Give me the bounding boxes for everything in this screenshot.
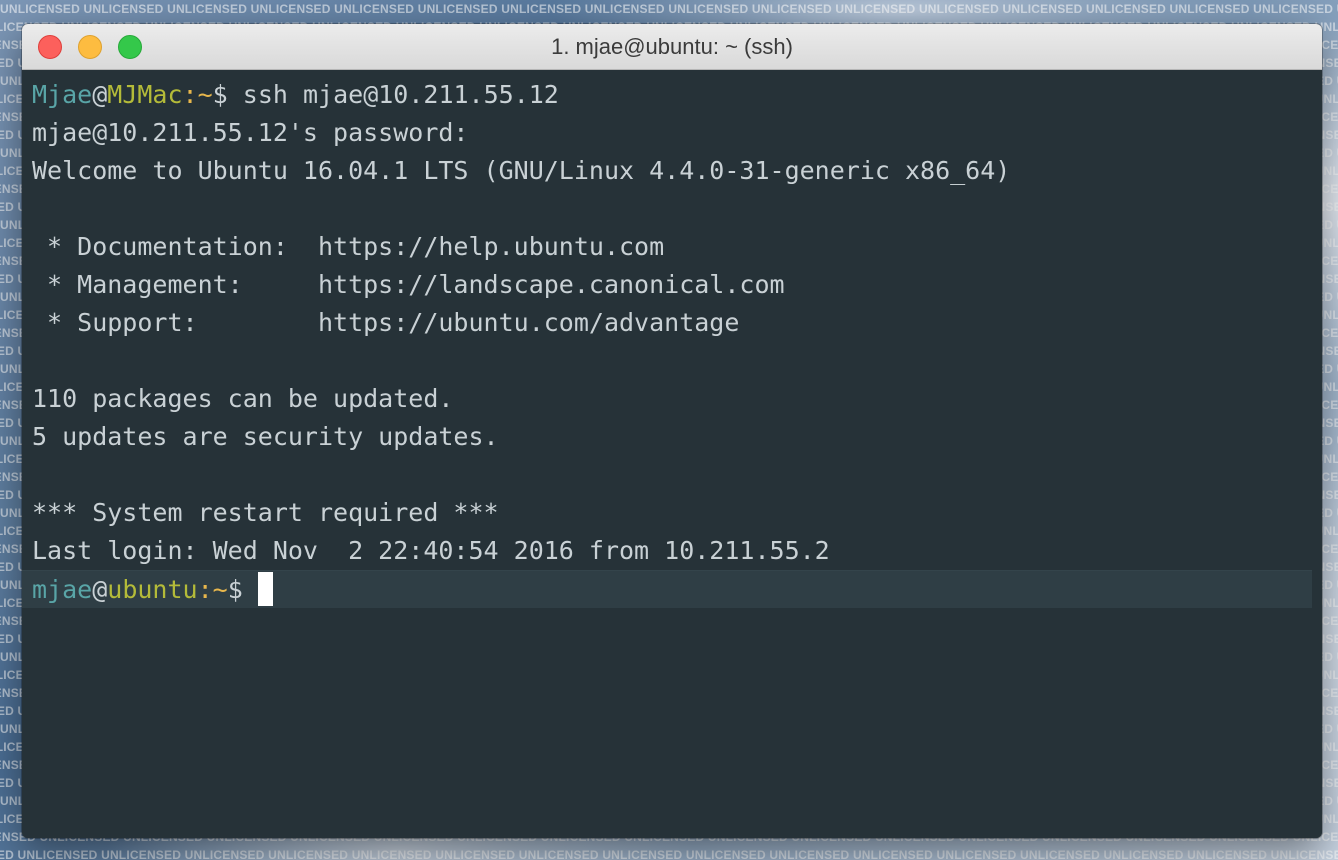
window-title: 1. mjae@ubuntu: ~ (ssh) — [551, 34, 793, 59]
prompt-host: MJMac — [107, 80, 183, 109]
terminal-output[interactable]: Mjae@MJMac:~$ ssh mjae@10.211.55.12 mjae… — [22, 70, 1322, 838]
prompt-symbol: $ — [212, 80, 228, 109]
last-login-line: Last login: Wed Nov 2 22:40:54 2016 from… — [32, 536, 830, 565]
ssh-command-line: Mjae@MJMac:~$ ssh mjae@10.211.55.12 — [22, 76, 1322, 114]
prompt-host: ubuntu — [107, 575, 198, 604]
prompt-at: @ — [92, 80, 108, 109]
support-line: * Support: https://ubuntu.com/advantage — [32, 308, 740, 337]
prompt-user: Mjae — [32, 80, 93, 109]
watermark-row: UNLICENSED UNLICENSED UNLICENSED UNLICEN… — [0, 848, 1338, 860]
management-line: * Management: https://landscape.canonica… — [32, 270, 785, 299]
active-prompt-line[interactable]: mjae@ubuntu:~$ — [22, 570, 1312, 608]
watermark-row: UNLICENSED UNLICENSED UNLICENSED UNLICEN… — [0, 2, 1338, 16]
password-line: mjae@10.211.55.12's password: — [32, 118, 469, 147]
security-updates-line: 5 updates are security updates. — [32, 422, 499, 451]
prompt-symbol: $ — [227, 575, 243, 604]
welcome-line: Welcome to Ubuntu 16.04.1 LTS (GNU/Linux… — [32, 156, 1011, 185]
terminal-window: 1. mjae@ubuntu: ~ (ssh) Mjae@MJMac:~$ ss… — [22, 24, 1322, 838]
prompt-colon: : — [197, 575, 213, 604]
ssh-command: ssh mjae@10.211.55.12 — [227, 80, 559, 109]
prompt-user: mjae — [32, 575, 93, 604]
text-cursor — [257, 572, 273, 606]
packages-line: 110 packages can be updated. — [32, 384, 454, 413]
prompt-path: ~ — [197, 80, 213, 109]
prompt-colon: : — [182, 80, 198, 109]
window-titlebar[interactable]: 1. mjae@ubuntu: ~ (ssh) — [22, 24, 1322, 70]
restart-required-line: *** System restart required *** — [32, 498, 499, 527]
command-input[interactable] — [243, 575, 258, 604]
prompt-at: @ — [92, 575, 108, 604]
documentation-line: * Documentation: https://help.ubuntu.com — [32, 232, 665, 261]
prompt-path: ~ — [212, 575, 228, 604]
